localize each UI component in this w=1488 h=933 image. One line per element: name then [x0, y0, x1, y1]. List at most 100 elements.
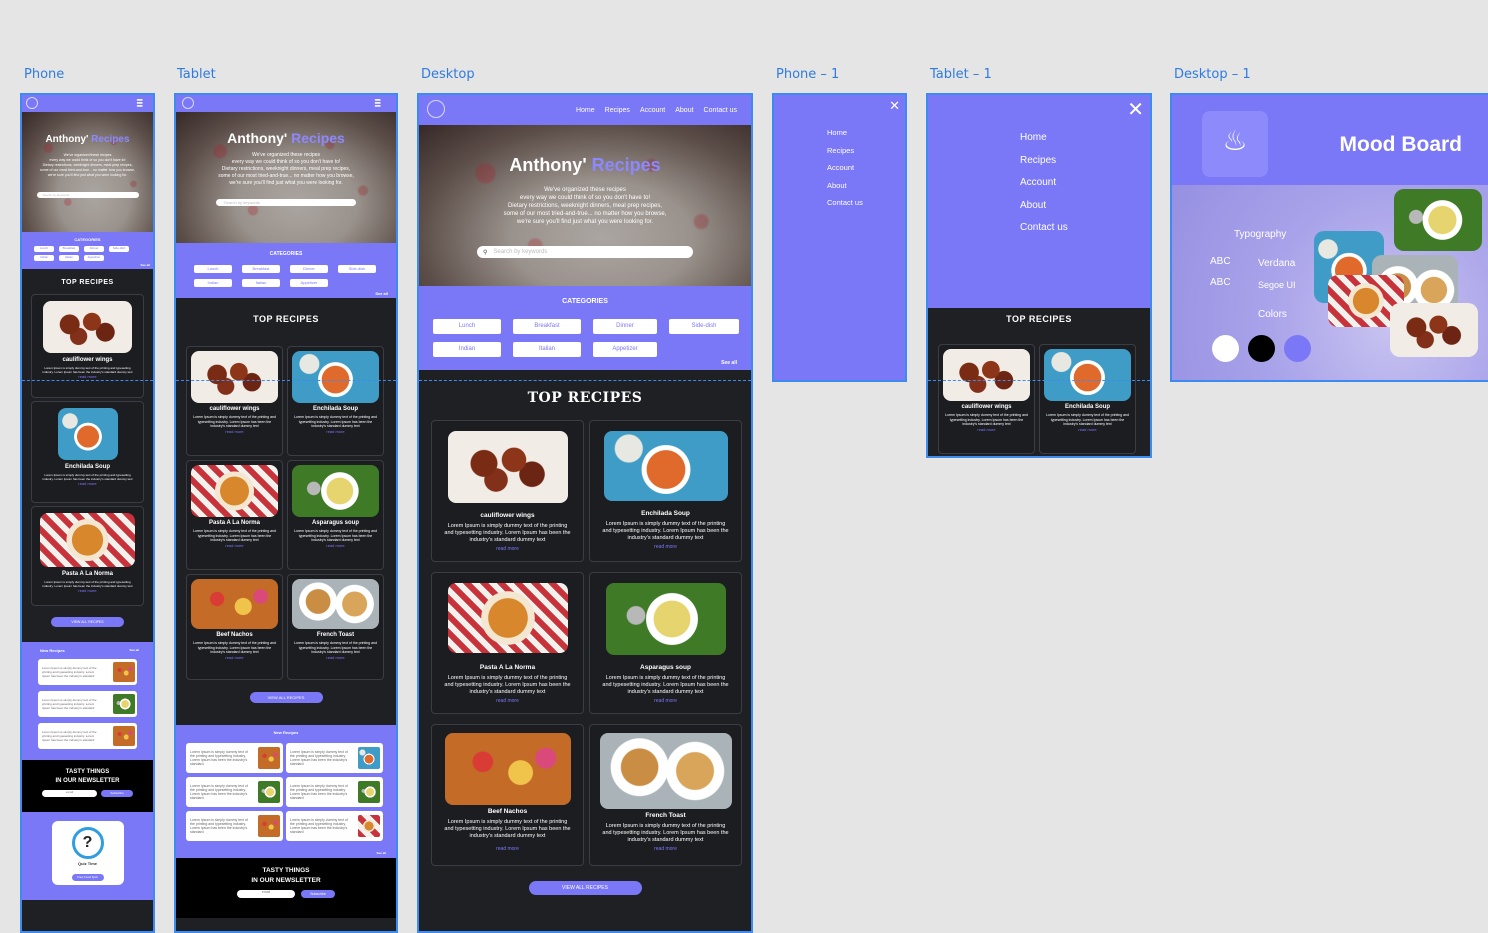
recipe-card[interactable]: Asparagus soup Lorem Ipsum is simply dum…	[589, 572, 742, 714]
read-more-link[interactable]: read more	[32, 481, 143, 486]
new-recipe-item[interactable]: Lorem Ipsum is simply dummy text of the …	[186, 811, 283, 841]
recipe-card[interactable]: Enchilada Soup Lorem Ipsum is simply dum…	[589, 420, 742, 562]
artboard-label-desktop-1[interactable]: Desktop – 1	[1174, 67, 1251, 82]
nav-about[interactable]: About	[675, 107, 693, 114]
new-recipe-item[interactable]: Lorem Ipsum is simply dummy text of the …	[286, 777, 383, 807]
new-recipe-item[interactable]: Lorem Ipsum is simply dummy text of the …	[186, 777, 283, 807]
chip-indian[interactable]: Indian	[34, 255, 54, 261]
email-input[interactable]: email	[42, 790, 97, 797]
logo-icon[interactable]	[182, 97, 194, 109]
artboard-label-tablet[interactable]: Tablet	[177, 67, 216, 82]
view-all-recipes-button[interactable]: VIEW ALL RECIPES	[51, 617, 124, 627]
see-all-link[interactable]: See all	[375, 291, 388, 296]
hamburger-icon[interactable]: ━ ━ ━	[375, 96, 386, 111]
chip-lunch[interactable]: Lunch	[194, 265, 232, 273]
recipe-card[interactable]: French Toast Lorem Ipsum is simply dummy…	[287, 574, 384, 680]
nav-account[interactable]: Account	[640, 107, 665, 114]
read-more-link[interactable]: read more	[432, 698, 583, 704]
recipe-card[interactable]: Pasta A La Norma Lorem Ipsum is simply d…	[31, 506, 144, 606]
chip-breakfast[interactable]: Breakfast	[242, 265, 280, 273]
menu-account[interactable]: Account	[827, 159, 863, 177]
logo-icon[interactable]	[427, 100, 445, 118]
chip-dinner[interactable]: Dinner	[290, 265, 328, 273]
chip-breakfast[interactable]: Breakfast	[59, 246, 79, 252]
chip-appetizer[interactable]: Appetizer	[593, 342, 657, 357]
chip-indian[interactable]: Indian	[433, 342, 501, 357]
recipe-card[interactable]: Asparagus soup Lorem Ipsum is simply dum…	[287, 460, 384, 570]
recipe-card[interactable]: Pasta A La Norma Lorem Ipsum is simply d…	[431, 572, 584, 714]
read-more-link[interactable]: read more	[288, 543, 383, 548]
chip-dinner[interactable]: Dinner	[593, 319, 657, 334]
read-more-link[interactable]: read more	[1040, 427, 1135, 432]
chip-breakfast[interactable]: Breakfast	[513, 319, 581, 334]
artboard-label-tablet-1[interactable]: Tablet – 1	[930, 67, 992, 82]
chip-italian[interactable]: Italian	[513, 342, 581, 357]
close-icon[interactable]: ✕	[889, 98, 900, 114]
see-all-link[interactable]: See all	[721, 360, 737, 366]
artboard-label-desktop[interactable]: Desktop	[421, 67, 475, 82]
new-recipe-item[interactable]: Lorem Ipsum is simply dummy text of the …	[38, 691, 137, 717]
recipe-card[interactable]: Pasta A La Norma Lorem Ipsum is simply d…	[186, 460, 283, 570]
read-more-link[interactable]: read more	[187, 429, 282, 434]
menu-about[interactable]: About	[827, 177, 863, 195]
read-more-link[interactable]: read more	[32, 588, 143, 593]
search-input[interactable]: Search by keywords	[216, 199, 356, 206]
recipe-card[interactable]: cauliflower wings Lorem Ipsum is simply …	[431, 420, 584, 562]
artboard-label-phone[interactable]: Phone	[24, 67, 64, 82]
menu-contact[interactable]: Contact us	[1020, 217, 1068, 240]
read-more-link[interactable]: read more	[939, 427, 1034, 432]
see-all-link[interactable]: See all	[376, 851, 386, 855]
nav-recipes[interactable]: Recipes	[605, 107, 630, 114]
recipe-card[interactable]: cauliflower wings Lorem Ipsum is simply …	[938, 344, 1035, 454]
recipe-card[interactable]: cauliflower wings Lorem Ipsum is simply …	[186, 346, 283, 456]
read-more-link[interactable]: read more	[432, 546, 583, 552]
new-recipe-item[interactable]: Lorem Ipsum is simply dummy text of the …	[286, 811, 383, 841]
chip-italian[interactable]: Italian	[242, 279, 280, 287]
recipe-card[interactable]: Beef Nachos Lorem Ipsum is simply dummy …	[186, 574, 283, 680]
email-input[interactable]: email	[237, 890, 295, 898]
menu-home[interactable]: Home	[827, 124, 863, 142]
chip-indian[interactable]: Indian	[194, 279, 232, 287]
menu-about[interactable]: About	[1020, 195, 1068, 218]
hamburger-icon[interactable]: ━ ━ ━	[137, 96, 148, 111]
logo-icon[interactable]	[26, 97, 38, 109]
read-more-link[interactable]: read more	[288, 655, 383, 660]
chip-appetizer[interactable]: Appetizer	[290, 279, 328, 287]
close-icon[interactable]: ✕	[1127, 97, 1144, 122]
quiz-card[interactable]: ? Quiz Time Free Food Quiz	[51, 821, 124, 885]
new-recipe-item[interactable]: Lorem Ipsum is simply dummy text of the …	[38, 659, 137, 685]
artboard-label-phone-1[interactable]: Phone – 1	[776, 67, 839, 82]
menu-contact[interactable]: Contact us	[827, 194, 863, 212]
read-more-link[interactable]: read more	[590, 846, 741, 852]
read-more-link[interactable]: read more	[187, 655, 282, 660]
chip-side-dish[interactable]: Side-dish	[669, 319, 739, 334]
see-all-link[interactable]: See all	[140, 263, 150, 267]
see-all-link[interactable]: See all	[129, 648, 139, 652]
view-all-recipes-button[interactable]: VIEW ALL RECIPES	[249, 692, 323, 703]
chip-dinner[interactable]: Dinner	[84, 246, 104, 252]
read-more-link[interactable]: read more	[590, 544, 741, 550]
nav-home[interactable]: Home	[576, 107, 595, 114]
recipe-card[interactable]: French Toast Lorem Ipsum is simply dummy…	[589, 724, 742, 866]
new-recipe-item[interactable]: Lorem Ipsum is simply dummy text of the …	[38, 723, 137, 749]
nav-contact[interactable]: Contact us	[704, 107, 737, 114]
chip-side-dish[interactable]: Side-dish	[338, 265, 376, 273]
subscribe-button[interactable]: Subscribe	[101, 790, 133, 797]
chip-side-dish[interactable]: Side-dish	[109, 246, 129, 252]
search-input[interactable]: ⚲ Search by keywords	[477, 246, 693, 258]
recipe-card[interactable]: cauliflower wings Lorem Ipsum is simply …	[31, 294, 144, 398]
menu-recipes[interactable]: Recipes	[1020, 150, 1068, 173]
menu-home[interactable]: Home	[1020, 127, 1068, 150]
read-more-link[interactable]: read more	[187, 543, 282, 548]
menu-account[interactable]: Account	[1020, 172, 1068, 195]
read-more-link[interactable]: read more	[590, 698, 741, 704]
read-more-link[interactable]: read more	[288, 429, 383, 434]
subscribe-button[interactable]: Subscribe	[301, 890, 335, 898]
new-recipe-item[interactable]: Lorem Ipsum is simply dummy text of the …	[286, 743, 383, 773]
chip-appetizer[interactable]: Appetizer	[84, 255, 104, 261]
recipe-card[interactable]: Enchilada Soup Lorem Ipsum is simply dum…	[31, 401, 144, 503]
quiz-button[interactable]: Free Food Quiz	[71, 874, 104, 881]
recipe-card[interactable]: Enchilada Soup Lorem Ipsum is simply dum…	[1039, 344, 1136, 454]
view-all-recipes-button[interactable]: VIEW ALL RECIPES	[528, 881, 642, 895]
read-more-link[interactable]: read more	[432, 846, 583, 852]
